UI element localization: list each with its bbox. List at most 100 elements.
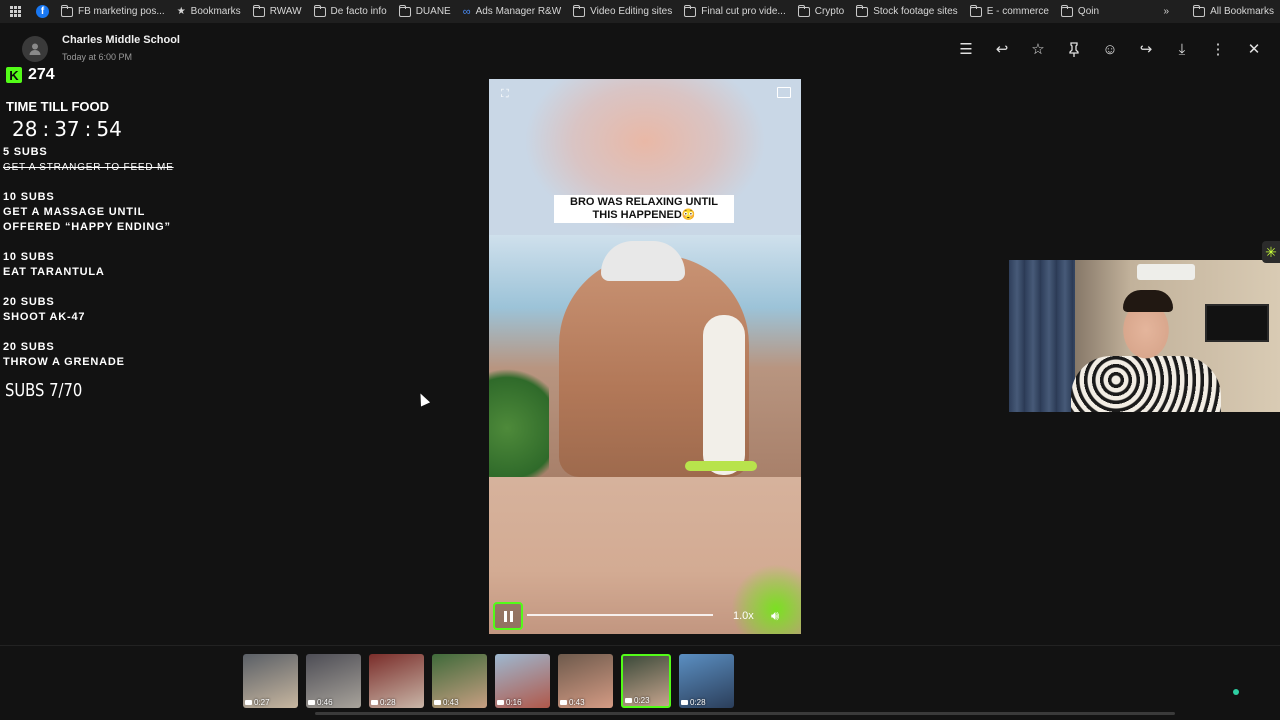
bookmark-item[interactable]: ∞ Ads Manager R&W [457, 0, 567, 23]
person-icon [29, 43, 41, 55]
video-thumbnail[interactable]: 0:27 [243, 654, 298, 708]
webcam-hair [1123, 290, 1173, 312]
bookmark-item[interactable]: DUANE [393, 0, 457, 23]
all-bookmarks-label: All Bookmarks [1210, 6, 1274, 17]
bookmark-facebook[interactable]: f [30, 0, 55, 23]
video-towel [703, 315, 745, 475]
bookmark-item[interactable]: Final cut pro vide... [678, 0, 791, 23]
divider [0, 645, 1280, 646]
webcam-tv [1205, 304, 1269, 342]
bookmark-item[interactable]: Crypto [792, 0, 850, 23]
bookmark-label: DUANE [415, 6, 451, 17]
sender-name: Charles Middle School [62, 34, 180, 46]
kick-logo-icon: K [6, 67, 22, 83]
video-player[interactable]: BRO WAS RELAXING UNTIL THIS HAPPENED😳 ⛶ … [489, 79, 801, 634]
sub-goal: 5 SUBS GET A STRANGER TO FEED ME [3, 145, 174, 175]
thumbnail-duration: 0:43 [560, 698, 585, 707]
bookmark-item[interactable]: Stock footage sites [850, 0, 964, 23]
bookmark-label: Bookmarks [190, 6, 241, 17]
thumbnail-strip: 0:27 0:46 0:28 0:43 0:16 0:43 0:23 0:28 [243, 654, 734, 708]
apps-grid-icon[interactable] [0, 0, 30, 23]
thumbnail-duration: 0:28 [681, 698, 706, 707]
video-camera-icon [245, 700, 252, 705]
reply-icon[interactable]: ↩ [984, 38, 1020, 60]
video-thumbnail[interactable]: 0:28 [679, 654, 734, 708]
viewer-toolbar: ☰ ↩ ☆ ☺ ↪ ⤓ ⋮ ✕ [948, 38, 1272, 60]
video-controls: 1.0x 🔊︎ [489, 596, 801, 634]
video-thumbnail[interactable]: 0:46 [306, 654, 361, 708]
video-camera-icon [434, 700, 441, 705]
bookmark-label: Ads Manager R&W [475, 6, 562, 17]
bookmarks-bar: f FB marketing pos... ★ Bookmarks RWAW D… [0, 0, 1280, 23]
emoji-icon[interactable]: ☺ [1092, 38, 1128, 60]
playback-speed[interactable]: 1.0x [733, 610, 754, 622]
duration-label: 0:16 [506, 698, 522, 707]
all-bookmarks-button[interactable]: All Bookmarks [1175, 0, 1280, 23]
folder-icon [969, 4, 982, 17]
pause-button[interactable] [493, 602, 523, 630]
goal-subs: 10 SUBS [3, 191, 55, 203]
sub-goal: 20 SUBS THROW A GRENADE [3, 340, 125, 370]
video-thumbnail[interactable]: 0:16 [495, 654, 550, 708]
duration-label: 0:43 [569, 698, 585, 707]
folder-icon [856, 4, 869, 17]
bookmark-item[interactable]: ★ Bookmarks [171, 0, 247, 23]
goal-text: EAT TARANTULA [3, 266, 105, 278]
chevron-double-right-icon: » [1163, 6, 1170, 17]
folder-icon [398, 4, 411, 17]
video-thumbnail[interactable]: 0:43 [432, 654, 487, 708]
volume-icon[interactable]: 🔊︎ [771, 608, 779, 624]
thumbnail-duration: 0:16 [497, 698, 522, 707]
bookmark-label: Final cut pro vide... [701, 6, 786, 17]
facebook-icon: f [36, 5, 49, 18]
folder-icon [1060, 4, 1073, 17]
popout-icon[interactable] [777, 87, 791, 98]
duration-label: 0:27 [254, 698, 270, 707]
bookmark-label: Video Editing sites [590, 6, 673, 17]
folder-icon [684, 4, 697, 17]
video-plant [489, 355, 549, 477]
video-thumbnail[interactable]: 0:23 [621, 654, 671, 708]
mouse-cursor-icon [415, 391, 431, 407]
goal-text: GET A MASSAGE UNTIL [3, 206, 146, 218]
goal-text: SHOOT AK-47 [3, 311, 86, 323]
bookmark-label: E - commerce [986, 6, 1049, 17]
star-icon[interactable]: ☆ [1020, 38, 1056, 60]
more-icon[interactable]: ⋮ [1200, 38, 1236, 60]
bookmark-item[interactable]: E - commerce [964, 0, 1055, 23]
kick-viewer-count: K 274 [6, 66, 55, 84]
video-camera-icon [681, 700, 688, 705]
sub-goal: 20 SUBS SHOOT AK-47 [3, 295, 85, 325]
subs-count: SUBS 7/70 [5, 380, 83, 401]
bookmarks-overflow-button[interactable]: » [1158, 0, 1176, 23]
caption-icon[interactable]: ☰ [948, 38, 984, 60]
forward-icon[interactable]: ↪ [1128, 38, 1164, 60]
fullscreen-icon[interactable]: ⛶ [501, 88, 509, 101]
bookmark-item[interactable]: FB marketing pos... [55, 0, 171, 23]
video-lighter [685, 461, 757, 471]
caption-line: THIS HAPPENED😳 [592, 209, 696, 221]
bookmark-item[interactable]: De facto info [308, 0, 393, 23]
video-camera-icon [625, 698, 632, 703]
bookmark-item[interactable]: Qoin [1055, 0, 1105, 23]
bookmark-item[interactable]: Video Editing sites [567, 0, 678, 23]
close-icon[interactable]: ✕ [1236, 38, 1272, 60]
avatar[interactable] [22, 36, 48, 62]
progress-bar[interactable] [527, 614, 713, 616]
timer-seconds: 54 [96, 117, 122, 141]
pin-icon[interactable] [1056, 38, 1092, 60]
download-icon[interactable]: ⤓ [1164, 38, 1200, 60]
thumbnail-scrollbar[interactable] [315, 712, 1175, 715]
thumbnail-duration: 0:27 [245, 698, 270, 707]
video-camera-icon [497, 700, 504, 705]
video-thumbnail[interactable]: 0:28 [369, 654, 424, 708]
folder-icon [313, 4, 326, 17]
bookmark-item[interactable]: RWAW [247, 0, 308, 23]
video-camera-icon [371, 700, 378, 705]
video-thumbnail[interactable]: 0:43 [558, 654, 613, 708]
video-camera-icon [308, 700, 315, 705]
extension-sparkle-icon[interactable]: ✳ [1262, 241, 1280, 263]
duration-label: 0:46 [317, 698, 333, 707]
thumbnail-duration: 0:28 [371, 698, 396, 707]
video-cap [601, 241, 685, 281]
